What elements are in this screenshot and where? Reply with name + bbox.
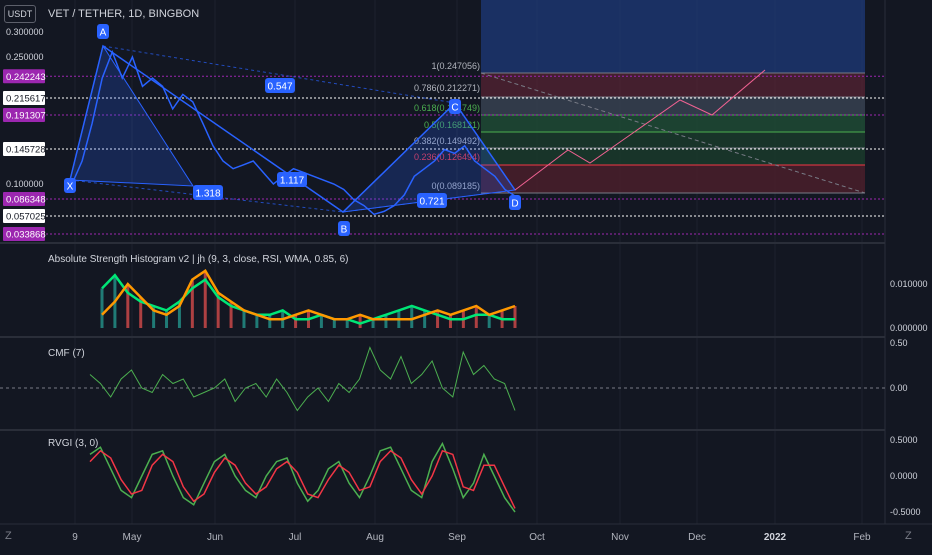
pattern-point-label: C — [451, 103, 458, 114]
time-tick: 9 — [72, 532, 78, 543]
asi-bar — [423, 310, 427, 328]
price-tick: 0.250000 — [6, 52, 44, 62]
pattern-point-label: D — [511, 199, 518, 210]
pattern-ratio: 1.318 — [195, 189, 220, 200]
fib-level-label: 0.786(0.212271) — [414, 83, 480, 93]
pattern-ratio: 0.547 — [267, 82, 292, 93]
asi-bar — [448, 314, 452, 328]
time-tick: Dec — [688, 532, 706, 543]
time-tick: Oct — [529, 532, 545, 543]
time-tick: Aug — [366, 532, 384, 543]
fib-zone-3 — [481, 115, 865, 132]
asi-bar — [268, 314, 272, 328]
time-tick: Nov — [611, 532, 629, 543]
fib-zone-5 — [481, 165, 865, 193]
time-tick: May — [123, 532, 142, 543]
currency-button[interactable]: USDT — [4, 5, 36, 23]
pattern-point-label: X — [67, 182, 74, 193]
asi-bar — [474, 306, 478, 328]
indicator-axis-tick: 0.5000 — [890, 435, 918, 445]
time-tick: Jun — [207, 532, 223, 543]
asi-bar — [319, 314, 323, 328]
pattern-point-label: A — [100, 28, 107, 39]
pattern-ratio: 1.117 — [280, 176, 305, 187]
zoom-right-button[interactable]: Z — [905, 530, 912, 542]
asi-bar — [487, 314, 491, 328]
rvgi-pane-title[interactable]: RVGI (3, 0) — [48, 438, 98, 449]
time-tick: Jul — [289, 532, 302, 543]
symbol-title[interactable]: VET / TETHER, 1D, BINGBON — [48, 8, 199, 20]
asi-bar — [384, 314, 388, 328]
price-badge-text: 0.191307 — [6, 110, 46, 121]
asi-bar — [513, 306, 517, 328]
asi-bar — [358, 314, 362, 328]
asi-pane-title[interactable]: Absolute Strength Histogram v2 | jh (9, … — [48, 254, 349, 265]
pattern-point-label: B — [341, 225, 348, 236]
price-tick: 0.300000 — [6, 27, 44, 37]
time-tick: 2022 — [764, 532, 787, 543]
chart-stage[interactable]: 1(0.247056) 0.786(0.212271) 0.618(0.184749… — [0, 0, 932, 550]
indicator-axis-tick: 0.000000 — [890, 323, 928, 333]
fib-top-blue-zone — [481, 0, 865, 73]
fib-level-label: 1(0.247056) — [431, 61, 480, 71]
asi-bar — [410, 306, 414, 328]
price-badge-text: 0.033868 — [6, 230, 46, 241]
pattern-ratio: 0.721 — [419, 197, 444, 208]
cmf-pane-title[interactable]: CMF (7) — [48, 348, 85, 359]
indicator-axis-tick: 0.010000 — [890, 279, 928, 289]
price-badge-text: 0.145728 — [6, 144, 46, 155]
indicator-axis-tick: 0.00 — [890, 383, 908, 393]
time-tick: Sep — [448, 532, 466, 543]
asi-bar — [436, 310, 440, 328]
price-badge-text: 0.086348 — [6, 194, 46, 205]
asi-bar — [294, 314, 298, 328]
indicator-axis-tick: 0.0000 — [890, 471, 918, 481]
fib-zone-2 — [481, 97, 865, 115]
price-tick: 0.100000 — [6, 179, 44, 189]
time-tick: Feb — [853, 532, 871, 543]
price-badge-text: 0.242243 — [6, 72, 46, 83]
chart-canvas[interactable]: 1(0.247056)0.786(0.212271)0.618(0.184749… — [0, 0, 932, 550]
asi-bar — [100, 288, 104, 328]
indicator-axis-tick: 0.50 — [890, 338, 908, 348]
zoom-left-button[interactable]: Z — [5, 530, 12, 542]
price-badge-text: 0.215617 — [6, 93, 46, 104]
asi-bar — [332, 319, 336, 328]
asi-bar — [242, 310, 246, 328]
price-badge-text: 0.057025 — [6, 211, 46, 222]
asi-bar — [255, 314, 259, 328]
indicator-axis-tick: -0.5000 — [890, 507, 921, 517]
